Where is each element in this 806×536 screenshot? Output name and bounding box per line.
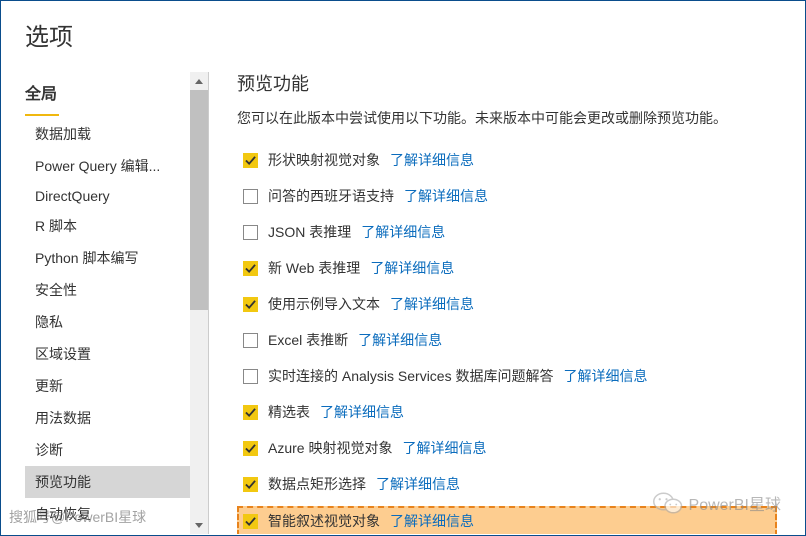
watermark-right: PowerBI星球: [653, 491, 781, 515]
option-row: Excel 表推断了解详细信息: [237, 326, 777, 354]
dialog-title: 选项: [1, 1, 805, 60]
learn-more-link[interactable]: 了解详细信息: [390, 150, 474, 170]
sidebar-item[interactable]: 更新: [25, 370, 208, 402]
learn-more-link[interactable]: 了解详细信息: [361, 222, 445, 242]
sidebar-items: 数据加载Power Query 编辑...DirectQueryR 脚本Pyth…: [25, 118, 208, 530]
option-label: 问答的西班牙语支持: [268, 186, 394, 206]
checkbox[interactable]: [243, 514, 258, 529]
sidebar-item[interactable]: 隐私: [25, 306, 208, 338]
option-row: Azure 映射视觉对象了解详细信息: [237, 434, 777, 462]
scrollbar-down-icon[interactable]: [190, 516, 208, 534]
sidebar-item[interactable]: DirectQuery: [25, 182, 208, 210]
option-label: Excel 表推断: [268, 330, 348, 350]
sidebar-section-title: 全局: [25, 72, 59, 116]
checkbox[interactable]: [243, 261, 258, 276]
learn-more-link[interactable]: 了解详细信息: [390, 294, 474, 314]
option-label: 智能叙述视觉对象: [268, 511, 380, 531]
scrollbar-thumb[interactable]: [190, 90, 208, 310]
learn-more-link[interactable]: 了解详细信息: [370, 258, 454, 278]
option-label: JSON 表推理: [268, 222, 351, 242]
checkbox[interactable]: [243, 297, 258, 312]
sidebar-item[interactable]: 数据加载: [25, 118, 208, 150]
scrollbar-up-icon[interactable]: [190, 72, 208, 90]
checkbox[interactable]: [243, 405, 258, 420]
option-row: 形状映射视觉对象了解详细信息: [237, 146, 777, 174]
checkbox[interactable]: [243, 153, 258, 168]
wechat-icon: [653, 491, 683, 515]
checkbox[interactable]: [243, 441, 258, 456]
sidebar-item[interactable]: 用法数据: [25, 402, 208, 434]
option-row: JSON 表推理了解详细信息: [237, 218, 777, 246]
checkbox[interactable]: [243, 189, 258, 204]
learn-more-link[interactable]: 了解详细信息: [376, 474, 460, 494]
sidebar: 全局 数据加载Power Query 编辑...DirectQueryR 脚本P…: [1, 72, 209, 534]
sidebar-item[interactable]: 区域设置: [25, 338, 208, 370]
option-label: 数据点矩形选择: [268, 474, 366, 494]
scrollbar-track[interactable]: [190, 72, 208, 534]
options-list: 形状映射视觉对象了解详细信息问答的西班牙语支持了解详细信息JSON 表推理了解详…: [237, 146, 777, 534]
main-container: 全局 数据加载Power Query 编辑...DirectQueryR 脚本P…: [1, 60, 805, 534]
option-label: 精选表: [268, 402, 310, 422]
option-row: 新 Web 表推理了解详细信息: [237, 254, 777, 282]
checkbox[interactable]: [243, 477, 258, 492]
option-label: 实时连接的 Analysis Services 数据库问题解答: [268, 366, 553, 386]
sidebar-item[interactable]: 安全性: [25, 274, 208, 306]
learn-more-link[interactable]: 了解详细信息: [320, 402, 404, 422]
sidebar-item[interactable]: Power Query 编辑...: [25, 150, 208, 182]
checkbox[interactable]: [243, 369, 258, 384]
watermark-right-text: PowerBI星球: [689, 491, 781, 515]
learn-more-link[interactable]: 了解详细信息: [390, 511, 474, 531]
learn-more-link[interactable]: 了解详细信息: [358, 330, 442, 350]
checkbox[interactable]: [243, 333, 258, 348]
content-title: 预览功能: [237, 70, 777, 96]
sidebar-item[interactable]: Python 脚本编写: [25, 242, 208, 274]
option-row: 精选表了解详细信息: [237, 398, 777, 426]
watermark-left: 搜狐号@PowerBI星球: [9, 507, 146, 527]
option-label: 形状映射视觉对象: [268, 150, 380, 170]
option-label: Azure 映射视觉对象: [268, 438, 392, 458]
sidebar-item[interactable]: R 脚本: [25, 210, 208, 242]
learn-more-link[interactable]: 了解详细信息: [404, 186, 488, 206]
sidebar-item[interactable]: 预览功能: [25, 466, 208, 498]
checkbox[interactable]: [243, 225, 258, 240]
option-row: 使用示例导入文本了解详细信息: [237, 290, 777, 318]
option-label: 使用示例导入文本: [268, 294, 380, 314]
content-description: 您可以在此版本中尝试使用以下功能。未来版本中可能会更改或删除预览功能。: [237, 108, 777, 128]
learn-more-link[interactable]: 了解详细信息: [563, 366, 647, 386]
content-panel: 预览功能 您可以在此版本中尝试使用以下功能。未来版本中可能会更改或删除预览功能。…: [209, 60, 805, 534]
option-row: 实时连接的 Analysis Services 数据库问题解答了解详细信息: [237, 362, 777, 390]
option-label: 新 Web 表推理: [268, 258, 360, 278]
learn-more-link[interactable]: 了解详细信息: [402, 438, 486, 458]
sidebar-item[interactable]: 诊断: [25, 434, 208, 466]
option-row: 问答的西班牙语支持了解详细信息: [237, 182, 777, 210]
